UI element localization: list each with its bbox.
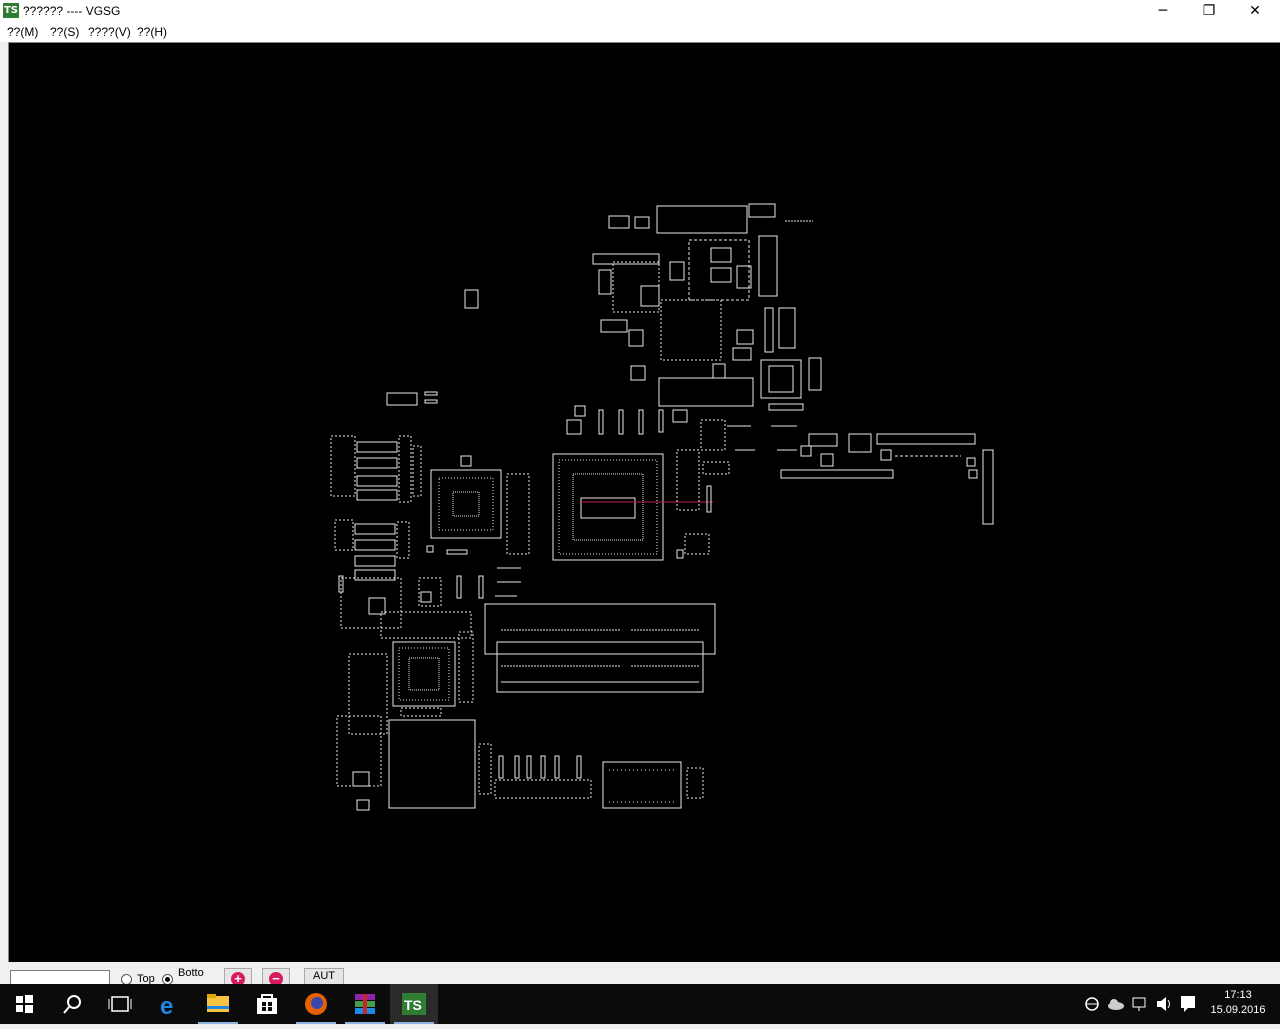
cpu-die-highlight bbox=[580, 497, 636, 519]
close-button[interactable]: ✕ bbox=[1232, 0, 1278, 22]
network-icon[interactable] bbox=[1128, 984, 1152, 1024]
network-globe-icon[interactable] bbox=[1080, 984, 1104, 1024]
connector-far-right bbox=[982, 449, 994, 525]
restore-button[interactable]: ❐ bbox=[1186, 0, 1232, 22]
menu-item-s[interactable]: ??(S) bbox=[50, 25, 79, 39]
onedrive-cloud-icon[interactable] bbox=[1104, 984, 1128, 1024]
minimize-button[interactable]: ─ bbox=[1140, 0, 1186, 22]
clock[interactable]: 17:13 15.09.2016 bbox=[1206, 988, 1270, 1018]
search-icon[interactable] bbox=[48, 984, 96, 1024]
menu-item-h[interactable]: ??(H) bbox=[137, 25, 167, 39]
zoom-out-icon: − bbox=[269, 972, 283, 984]
component-search-input[interactable] bbox=[10, 970, 110, 984]
zoom-out-button[interactable]: − bbox=[262, 968, 290, 984]
taskbar: e TS 17:13 15.09.2016 bbox=[0, 984, 1280, 1024]
windows-start-icon[interactable] bbox=[0, 984, 48, 1024]
status-bar: Top Botto + − AUT bbox=[0, 962, 1280, 984]
radio-top[interactable] bbox=[121, 974, 132, 984]
bga-chip-left bbox=[430, 469, 502, 539]
menu-item-m[interactable]: ??(M) bbox=[7, 25, 38, 39]
zoom-in-icon: + bbox=[231, 972, 245, 984]
store-icon[interactable] bbox=[243, 984, 291, 1024]
auto-button[interactable]: AUT bbox=[304, 968, 344, 984]
title-bar: TS ?????? ---- VGSG ─ ❐ ✕ bbox=[0, 0, 1280, 22]
connector-right bbox=[876, 433, 976, 445]
edge-browser-icon[interactable]: e bbox=[146, 984, 194, 1024]
connector-right-vertical bbox=[758, 235, 778, 297]
clock-time: 17:13 bbox=[1224, 989, 1252, 1001]
svg-text:TS: TS bbox=[404, 997, 422, 1013]
board-drawing[interactable] bbox=[9, 43, 1280, 962]
memory-slot-1 bbox=[484, 603, 716, 655]
radio-bottom[interactable] bbox=[162, 974, 173, 984]
winrar-icon[interactable] bbox=[341, 984, 389, 1024]
connector-bottom-right bbox=[780, 469, 894, 479]
menu-bar: ??(M) ??(S) ????(V) ??(H) bbox=[0, 22, 1280, 42]
task-view-icon[interactable] bbox=[96, 984, 144, 1024]
menu-item-v[interactable]: ????(V) bbox=[88, 25, 131, 39]
cpu-bga bbox=[552, 453, 664, 561]
ic-bottom-right bbox=[602, 761, 682, 809]
file-explorer-icon[interactable] bbox=[194, 984, 242, 1024]
svg-text:e: e bbox=[160, 993, 173, 1020]
bga-chip-lower bbox=[392, 641, 456, 707]
radio-bottom-label: Botto bbox=[178, 967, 204, 979]
memory-slot-2 bbox=[496, 641, 704, 693]
board-view-canvas[interactable] bbox=[8, 42, 1280, 962]
connector-top bbox=[656, 205, 748, 234]
radio-top-label: Top bbox=[137, 973, 155, 984]
app-logo-icon: TS bbox=[3, 3, 19, 18]
ic-bottom-left bbox=[388, 719, 476, 809]
clock-date: 15.09.2016 bbox=[1210, 1004, 1266, 1016]
window-title: ?????? ---- VGSG bbox=[23, 4, 121, 18]
notifications-icon[interactable] bbox=[1176, 984, 1200, 1024]
firefox-icon[interactable] bbox=[292, 984, 340, 1024]
zoom-in-button[interactable]: + bbox=[224, 968, 252, 984]
ts-boardview-icon[interactable]: TS bbox=[390, 984, 438, 1024]
volume-icon[interactable] bbox=[1152, 984, 1176, 1024]
connector-mid bbox=[658, 377, 754, 407]
